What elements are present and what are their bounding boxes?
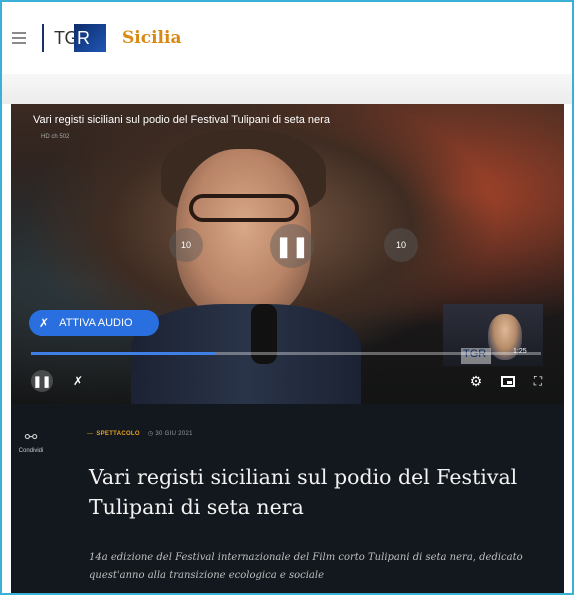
article-section: ⚯ Condividi — SPETTACOLO ◷ 30 GIU 2021 Vari… (11, 404, 564, 593)
article-meta: — SPETTACOLO ◷ 30 GIU 2021 (87, 430, 193, 437)
share-label: Condividi (18, 448, 44, 454)
activate-audio-button[interactable]: ✗ ATTIVA AUDIO (29, 310, 159, 336)
share-icon: ⚯ (24, 429, 38, 446)
menu-icon[interactable] (12, 32, 26, 44)
browser-frame: TG R Sicilia Vari registi siciliani sul … (0, 0, 574, 595)
logo-r[interactable]: R (74, 24, 106, 52)
video-player[interactable]: Vari registi siciliani sul podio del Fes… (11, 104, 564, 404)
sub-navbar (2, 74, 572, 104)
forward-10-icon[interactable]: 10 (384, 228, 418, 262)
forward-label: 10 (395, 240, 406, 250)
share-button[interactable]: ⚯ Condividi (13, 428, 49, 454)
article-date: 30 GIU 2021 (155, 431, 193, 437)
video-channel-tag: HD ch 502 (41, 134, 70, 140)
mute-icon: ✗ (39, 316, 50, 330)
sign-logo: TGR (461, 348, 491, 364)
category-dash: — (87, 431, 94, 437)
article-title: Vari registi siciliani sul podio del Fes… (89, 465, 518, 519)
article-subtitle: 14a edizione del Festival internazionale… (89, 552, 523, 581)
video-frame-microphone (251, 304, 277, 364)
logo-divider (42, 24, 44, 52)
pause-icon[interactable]: ❚❚ (270, 224, 314, 268)
mute-button[interactable]: ✗ (69, 370, 87, 392)
activate-audio-label: ATTIVA AUDIO (59, 317, 133, 329)
video-title: Vari registi siciliani sul podio del Fes… (33, 114, 330, 126)
article-category[interactable]: SPETTACOLO (96, 431, 140, 437)
clock-icon: ◷ (147, 431, 154, 437)
fullscreen-icon[interactable]: ⛶ (529, 370, 547, 392)
site-header: TG R Sicilia (2, 2, 572, 74)
pause-button[interactable]: ❚❚ (31, 370, 53, 392)
video-progress-fill (31, 352, 215, 355)
region-title[interactable]: Sicilia (122, 28, 181, 48)
sign-language-overlay: TGR 1:25 (443, 304, 543, 366)
pip-icon[interactable] (499, 370, 517, 392)
video-frame-glasses (189, 194, 299, 222)
rewind-10-icon[interactable]: 10 (169, 228, 203, 262)
rewind-label: 10 (180, 240, 191, 250)
settings-icon[interactable]: ⚙ (467, 370, 485, 392)
video-progress-bar[interactable] (31, 352, 541, 355)
